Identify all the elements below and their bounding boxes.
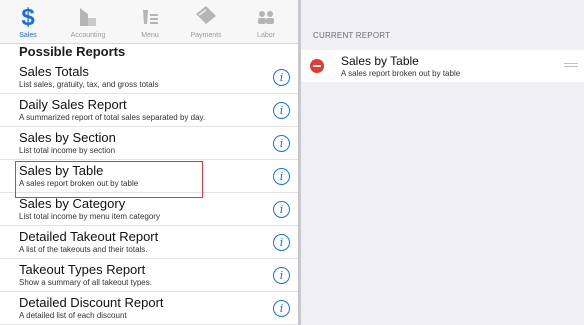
report-subtitle: Show a summary of all takeout types. xyxy=(19,278,152,287)
report-title: Daily Sales Report xyxy=(19,97,127,112)
tab-label: Sales xyxy=(19,32,37,39)
report-subtitle: A sales report broken out by table xyxy=(19,179,139,188)
report-subtitle: A detailed list of each discount xyxy=(19,311,127,320)
delete-minus-icon[interactable] xyxy=(310,59,324,73)
report-title: Sales by Section xyxy=(19,130,116,145)
menu-icon xyxy=(143,10,158,24)
info-icon[interactable]: i xyxy=(273,168,290,185)
accounting-icon xyxy=(80,8,96,26)
labor-icon xyxy=(258,11,274,24)
info-icon[interactable]: i xyxy=(273,267,290,284)
possible-reports-heading: Possible Reports xyxy=(19,44,126,59)
report-row-sales-by-section[interactable]: Sales by Section List total income by se… xyxy=(0,127,298,160)
report-subtitle: A list of the takeouts and their totals. xyxy=(19,245,148,254)
current-report-title: Sales by Table xyxy=(341,54,419,68)
tab-bar: $ Sales Accounting Menu Payments Labor xyxy=(0,0,298,44)
tab-sales[interactable]: $ Sales xyxy=(0,2,56,42)
info-icon[interactable]: i xyxy=(273,201,290,218)
reorder-grip-icon[interactable] xyxy=(564,63,578,69)
report-row-sales-totals[interactable]: Sales Totals List sales, gratuity, tax, … xyxy=(0,61,298,94)
report-title: Detailed Takeout Report xyxy=(19,229,159,244)
svg-text:$: $ xyxy=(21,4,35,30)
report-title: Detailed Discount Report xyxy=(19,295,164,310)
current-report-row[interactable]: Sales by Table A sales report broken out… xyxy=(301,50,584,82)
report-title: Takeout Types Report xyxy=(19,262,146,277)
report-subtitle: List total income by menu item category xyxy=(19,212,160,221)
report-subtitle: List sales, gratuity, tax, and gross tot… xyxy=(19,80,159,89)
current-report-panel: CURRENT REPORT Sales by Table A sales re… xyxy=(301,0,584,325)
tab-label: Menu xyxy=(141,32,159,39)
info-icon[interactable]: i xyxy=(273,102,290,119)
current-report-heading: CURRENT REPORT xyxy=(313,31,391,40)
tab-label: Accounting xyxy=(70,32,106,39)
dollar-icon: $ xyxy=(21,4,35,30)
report-row-detailed-takeout[interactable]: Detailed Takeout Report A list of the ta… xyxy=(0,226,298,259)
tab-accounting[interactable]: Accounting xyxy=(60,2,116,42)
report-row-detailed-discount[interactable]: Detailed Discount Report A detailed list… xyxy=(0,292,298,325)
report-row-daily-sales[interactable]: Daily Sales Report A summarized report o… xyxy=(0,94,298,127)
report-row-takeout-types[interactable]: Takeout Types Report Show a summary of a… xyxy=(0,259,298,292)
report-row-sales-by-table[interactable]: Sales by Table A sales report broken out… xyxy=(0,160,298,193)
tab-labor[interactable]: Labor xyxy=(238,2,294,42)
report-title: Sales by Category xyxy=(19,196,126,211)
report-row-sales-by-category[interactable]: Sales by Category List total income by m… xyxy=(0,193,298,226)
current-report-subtitle: A sales report broken out by table xyxy=(341,69,461,78)
info-icon[interactable]: i xyxy=(273,135,290,152)
report-subtitle: List total income by section xyxy=(19,146,116,155)
report-title: Sales by Table xyxy=(19,163,104,178)
tab-menu[interactable]: Menu xyxy=(122,2,178,42)
info-icon[interactable]: i xyxy=(273,69,290,86)
report-title: Sales Totals xyxy=(19,64,89,79)
payments-icon xyxy=(196,6,216,24)
info-icon[interactable]: i xyxy=(273,234,290,251)
info-icon[interactable]: i xyxy=(273,300,290,317)
tab-label: Labor xyxy=(257,32,275,39)
reports-panel: $ Sales Accounting Menu Payments Labor P… xyxy=(0,0,298,325)
tab-payments[interactable]: Payments xyxy=(178,2,234,42)
report-subtitle: A summarized report of total sales separ… xyxy=(19,113,206,122)
tab-label: Payments xyxy=(190,32,222,39)
